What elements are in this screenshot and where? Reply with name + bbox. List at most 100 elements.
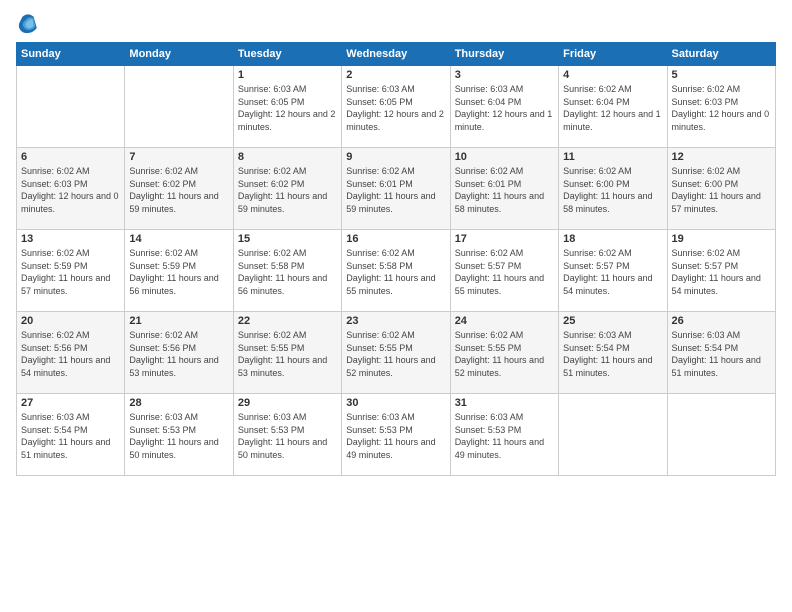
- day-detail: Sunrise: 6:03 AMSunset: 6:05 PMDaylight:…: [346, 83, 445, 133]
- day-number: 10: [455, 151, 554, 163]
- calendar-cell: 3 Sunrise: 6:03 AMSunset: 6:04 PMDaylight…: [450, 66, 558, 148]
- calendar-cell: 28Sunrise: 6:03 AMSunset: 5:53 PMDayligh…: [125, 394, 233, 476]
- calendar-cell: 30Sunrise: 6:03 AMSunset: 5:53 PMDayligh…: [342, 394, 450, 476]
- day-number: 22: [238, 315, 337, 327]
- calendar-cell: 14 Sunrise: 6:02 AMSunset: 5:59 PMDayligh…: [125, 230, 233, 312]
- calendar-cell: 4Sunrise: 6:02 AMSunset: 6:04 PMDaylight…: [559, 66, 667, 148]
- day-detail: Sunrise: 6:02 AMSunset: 6:03 PMDaylight:…: [672, 83, 771, 133]
- calendar-cell: 20 Sunrise: 6:02 AMSunset: 5:56 PMDayligh…: [17, 312, 125, 394]
- day-detail: Sunrise: 6:03 AMSunset: 6:05 PMDaylight:…: [238, 83, 337, 133]
- day-detail: Sunrise: 6:02 AMSunset: 5:59 PMDaylight:…: [21, 247, 120, 297]
- day-number: 13: [21, 233, 120, 245]
- calendar-cell: [559, 394, 667, 476]
- page-header: [16, 12, 776, 36]
- calendar-cell: 13 Sunrise: 6:02 AMSunset: 5:59 PMDayligh…: [17, 230, 125, 312]
- day-number: 21: [129, 315, 228, 327]
- day-number: 9: [346, 151, 445, 163]
- calendar-cell: 10 Sunrise: 6:02 AMSunset: 6:01 PMDayligh…: [450, 148, 558, 230]
- calendar-cell: 24 Sunrise: 6:02 AMSunset: 5:55 PMDayligh…: [450, 312, 558, 394]
- day-number: 14: [129, 233, 228, 245]
- day-number: 8: [238, 151, 337, 163]
- calendar-cell: 22 Sunrise: 6:02 AMSunset: 5:55 PMDayligh…: [233, 312, 341, 394]
- column-header-sunday: Sunday: [17, 43, 125, 66]
- day-number: 16: [346, 233, 445, 245]
- day-detail: Sunrise: 6:03 AMSunset: 5:53 PMDaylight:…: [346, 411, 445, 461]
- day-detail: Sunrise: 6:02 AMSunset: 6:02 PMDaylight:…: [238, 165, 337, 215]
- day-number: 11: [563, 151, 662, 163]
- day-detail: Sunrise: 6:03 AMSunset: 5:53 PMDaylight:…: [455, 411, 554, 461]
- day-number: 23: [346, 315, 445, 327]
- calendar-week-1: 1 Sunrise: 6:03 AMSunset: 6:05 PMDaylight…: [17, 66, 776, 148]
- logo-icon: [16, 12, 40, 36]
- calendar-cell: 15Sunrise: 6:02 AMSunset: 5:58 PMDayligh…: [233, 230, 341, 312]
- calendar-cell: 21 Sunrise: 6:02 AMSunset: 5:56 PMDayligh…: [125, 312, 233, 394]
- day-number: 26: [672, 315, 771, 327]
- day-number: 1: [238, 69, 337, 81]
- day-number: 25: [563, 315, 662, 327]
- calendar-cell: 31Sunrise: 6:03 AMSunset: 5:53 PMDayligh…: [450, 394, 558, 476]
- calendar-cell: 26 Sunrise: 6:03 AMSunset: 5:54 PMDayligh…: [667, 312, 775, 394]
- day-detail: Sunrise: 6:02 AMSunset: 6:02 PMDaylight:…: [129, 165, 228, 215]
- day-detail: Sunrise: 6:03 AMSunset: 5:53 PMDaylight:…: [238, 411, 337, 461]
- day-number: 12: [672, 151, 771, 163]
- day-number: 18: [563, 233, 662, 245]
- calendar-cell: [17, 66, 125, 148]
- calendar-cell: 8 Sunrise: 6:02 AMSunset: 6:02 PMDaylight…: [233, 148, 341, 230]
- day-number: 20: [21, 315, 120, 327]
- column-header-monday: Monday: [125, 43, 233, 66]
- calendar-cell: 19 Sunrise: 6:02 AMSunset: 5:57 PMDayligh…: [667, 230, 775, 312]
- calendar-cell: 5 Sunrise: 6:02 AMSunset: 6:03 PMDaylight…: [667, 66, 775, 148]
- column-header-tuesday: Tuesday: [233, 43, 341, 66]
- day-number: 7: [129, 151, 228, 163]
- day-detail: Sunrise: 6:02 AMSunset: 6:00 PMDaylight:…: [563, 165, 662, 215]
- calendar-cell: 16Sunrise: 6:02 AMSunset: 5:58 PMDayligh…: [342, 230, 450, 312]
- day-detail: Sunrise: 6:02 AMSunset: 5:57 PMDaylight:…: [455, 247, 554, 297]
- day-number: 27: [21, 397, 120, 409]
- column-header-friday: Friday: [559, 43, 667, 66]
- day-detail: Sunrise: 6:02 AMSunset: 5:55 PMDaylight:…: [346, 329, 445, 379]
- day-detail: Sunrise: 6:02 AMSunset: 6:04 PMDaylight:…: [563, 83, 662, 133]
- calendar-cell: 25 Sunrise: 6:03 AMSunset: 5:54 PMDayligh…: [559, 312, 667, 394]
- day-number: 19: [672, 233, 771, 245]
- day-number: 2: [346, 69, 445, 81]
- day-detail: Sunrise: 6:03 AMSunset: 6:04 PMDaylight:…: [455, 83, 554, 133]
- day-detail: Sunrise: 6:03 AMSunset: 5:54 PMDaylight:…: [563, 329, 662, 379]
- day-number: 3: [455, 69, 554, 81]
- calendar-cell: 29 Sunrise: 6:03 AMSunset: 5:53 PMDayligh…: [233, 394, 341, 476]
- day-detail: Sunrise: 6:02 AMSunset: 6:00 PMDaylight:…: [672, 165, 771, 215]
- calendar-cell: 18 Sunrise: 6:02 AMSunset: 5:57 PMDayligh…: [559, 230, 667, 312]
- calendar-week-5: 27Sunrise: 6:03 AMSunset: 5:54 PMDayligh…: [17, 394, 776, 476]
- calendar-week-3: 13 Sunrise: 6:02 AMSunset: 5:59 PMDayligh…: [17, 230, 776, 312]
- calendar-cell: 12 Sunrise: 6:02 AMSunset: 6:00 PMDayligh…: [667, 148, 775, 230]
- day-detail: Sunrise: 6:02 AMSunset: 5:56 PMDaylight:…: [21, 329, 120, 379]
- column-header-saturday: Saturday: [667, 43, 775, 66]
- calendar-cell: 1 Sunrise: 6:03 AMSunset: 6:05 PMDaylight…: [233, 66, 341, 148]
- day-detail: Sunrise: 6:02 AMSunset: 5:57 PMDaylight:…: [672, 247, 771, 297]
- day-number: 17: [455, 233, 554, 245]
- calendar-cell: [667, 394, 775, 476]
- calendar-table: SundayMondayTuesdayWednesdayThursdayFrid…: [16, 42, 776, 476]
- day-detail: Sunrise: 6:02 AMSunset: 5:55 PMDaylight:…: [455, 329, 554, 379]
- day-detail: Sunrise: 6:02 AMSunset: 5:59 PMDaylight:…: [129, 247, 228, 297]
- calendar-week-4: 20 Sunrise: 6:02 AMSunset: 5:56 PMDayligh…: [17, 312, 776, 394]
- day-number: 5: [672, 69, 771, 81]
- day-detail: Sunrise: 6:03 AMSunset: 5:53 PMDaylight:…: [129, 411, 228, 461]
- day-detail: Sunrise: 6:02 AMSunset: 5:58 PMDaylight:…: [238, 247, 337, 297]
- day-number: 6: [21, 151, 120, 163]
- day-detail: Sunrise: 6:02 AMSunset: 6:01 PMDaylight:…: [455, 165, 554, 215]
- day-detail: Sunrise: 6:02 AMSunset: 5:57 PMDaylight:…: [563, 247, 662, 297]
- day-number: 29: [238, 397, 337, 409]
- calendar-cell: 7 Sunrise: 6:02 AMSunset: 6:02 PMDaylight…: [125, 148, 233, 230]
- day-detail: Sunrise: 6:02 AMSunset: 5:56 PMDaylight:…: [129, 329, 228, 379]
- calendar-cell: 23 Sunrise: 6:02 AMSunset: 5:55 PMDayligh…: [342, 312, 450, 394]
- calendar-cell: 11 Sunrise: 6:02 AMSunset: 6:00 PMDayligh…: [559, 148, 667, 230]
- calendar-cell: 6Sunrise: 6:02 AMSunset: 6:03 PMDaylight…: [17, 148, 125, 230]
- calendar-cell: 27Sunrise: 6:03 AMSunset: 5:54 PMDayligh…: [17, 394, 125, 476]
- day-detail: Sunrise: 6:02 AMSunset: 5:55 PMDaylight:…: [238, 329, 337, 379]
- day-number: 24: [455, 315, 554, 327]
- calendar-cell: 2 Sunrise: 6:03 AMSunset: 6:05 PMDaylight…: [342, 66, 450, 148]
- column-header-thursday: Thursday: [450, 43, 558, 66]
- day-detail: Sunrise: 6:02 AMSunset: 6:01 PMDaylight:…: [346, 165, 445, 215]
- day-detail: Sunrise: 6:03 AMSunset: 5:54 PMDaylight:…: [672, 329, 771, 379]
- calendar-cell: [125, 66, 233, 148]
